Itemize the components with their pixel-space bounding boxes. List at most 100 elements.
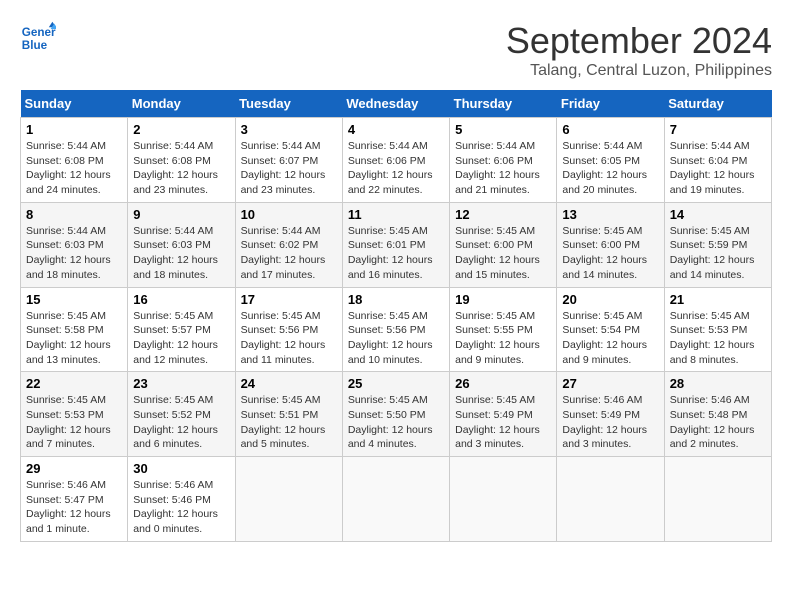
cell-info: Sunrise: 5:44 AMSunset: 6:07 PMDaylight:…: [241, 139, 337, 198]
cell-info: Sunrise: 5:44 AMSunset: 6:03 PMDaylight:…: [133, 224, 229, 283]
location-title: Talang, Central Luzon, Philippines: [506, 62, 772, 80]
cell-info: Sunrise: 5:46 AMSunset: 5:46 PMDaylight:…: [133, 478, 229, 537]
calendar-table: SundayMondayTuesdayWednesdayThursdayFrid…: [20, 90, 772, 542]
calendar-cell-1: 1 Sunrise: 5:44 AMSunset: 6:08 PMDaylight…: [21, 118, 128, 203]
day-header-monday: Monday: [128, 90, 235, 118]
calendar-cell-3: 3 Sunrise: 5:44 AMSunset: 6:07 PMDaylight…: [235, 118, 342, 203]
calendar-cell-9: 9 Sunrise: 5:44 AMSunset: 6:03 PMDaylight…: [128, 202, 235, 287]
cell-info: Sunrise: 5:46 AMSunset: 5:48 PMDaylight:…: [670, 393, 766, 452]
day-number: 16: [133, 292, 229, 307]
calendar-cell-empty: [342, 457, 449, 542]
cell-info: Sunrise: 5:44 AMSunset: 6:06 PMDaylight:…: [348, 139, 444, 198]
day-number: 23: [133, 376, 229, 391]
day-number: 28: [670, 376, 766, 391]
day-number: 8: [26, 207, 122, 222]
cell-info: Sunrise: 5:45 AMSunset: 5:56 PMDaylight:…: [241, 309, 337, 368]
cell-info: Sunrise: 5:45 AMSunset: 5:50 PMDaylight:…: [348, 393, 444, 452]
calendar-cell-empty: [450, 457, 557, 542]
cell-info: Sunrise: 5:45 AMSunset: 5:53 PMDaylight:…: [26, 393, 122, 452]
svg-text:General: General: [22, 26, 56, 39]
calendar-cell-empty: [235, 457, 342, 542]
logo: General Blue: [20, 20, 56, 56]
cell-info: Sunrise: 5:45 AMSunset: 5:59 PMDaylight:…: [670, 224, 766, 283]
calendar-cell-17: 17 Sunrise: 5:45 AMSunset: 5:56 PMDayligh…: [235, 287, 342, 372]
calendar-cell-27: 27 Sunrise: 5:46 AMSunset: 5:49 PMDayligh…: [557, 372, 664, 457]
calendar-cell-2: 2Sunrise: 5:44 AMSunset: 6:08 PMDaylight…: [128, 118, 235, 203]
calendar-week-4: 22 Sunrise: 5:45 AMSunset: 5:53 PMDayligh…: [21, 372, 772, 457]
calendar-cell-29: 29Sunrise: 5:46 AMSunset: 5:47 PMDayligh…: [21, 457, 128, 542]
cell-info: Sunrise: 5:44 AMSunset: 6:02 PMDaylight:…: [241, 224, 337, 283]
calendar-cell-16: 16Sunrise: 5:45 AMSunset: 5:57 PMDayligh…: [128, 287, 235, 372]
day-number: 1: [26, 122, 122, 137]
calendar-cell-empty: [557, 457, 664, 542]
cell-info: Sunrise: 5:45 AMSunset: 5:55 PMDaylight:…: [455, 309, 551, 368]
logo-icon: General Blue: [20, 20, 56, 56]
calendar-cell-21: 21 Sunrise: 5:45 AMSunset: 5:53 PMDayligh…: [664, 287, 771, 372]
calendar-cell-11: 11 Sunrise: 5:45 AMSunset: 6:01 PMDayligh…: [342, 202, 449, 287]
svg-text:Blue: Blue: [22, 39, 48, 52]
day-header-tuesday: Tuesday: [235, 90, 342, 118]
day-number: 14: [670, 207, 766, 222]
day-number: 26: [455, 376, 551, 391]
day-header-sunday: Sunday: [21, 90, 128, 118]
cell-info: Sunrise: 5:44 AMSunset: 6:04 PMDaylight:…: [670, 139, 766, 198]
day-number: 19: [455, 292, 551, 307]
calendar-cell-14: 14 Sunrise: 5:45 AMSunset: 5:59 PMDayligh…: [664, 202, 771, 287]
day-number: 25: [348, 376, 444, 391]
calendar-cell-23: 23 Sunrise: 5:45 AMSunset: 5:52 PMDayligh…: [128, 372, 235, 457]
day-number: 3: [241, 122, 337, 137]
calendar-header-row: SundayMondayTuesdayWednesdayThursdayFrid…: [21, 90, 772, 118]
day-number: 29: [26, 461, 122, 476]
calendar-cell-7: 7Sunrise: 5:44 AMSunset: 6:04 PMDaylight…: [664, 118, 771, 203]
day-number: 13: [562, 207, 658, 222]
cell-info: Sunrise: 5:45 AMSunset: 5:53 PMDaylight:…: [670, 309, 766, 368]
calendar-cell-26: 26Sunrise: 5:45 AMSunset: 5:49 PMDayligh…: [450, 372, 557, 457]
day-number: 20: [562, 292, 658, 307]
cell-info: Sunrise: 5:45 AMSunset: 5:58 PMDaylight:…: [26, 309, 122, 368]
cell-info: Sunrise: 5:45 AMSunset: 5:51 PMDaylight:…: [241, 393, 337, 452]
day-number: 17: [241, 292, 337, 307]
calendar-cell-20: 20Sunrise: 5:45 AMSunset: 5:54 PMDayligh…: [557, 287, 664, 372]
day-number: 11: [348, 207, 444, 222]
calendar-cell-5: 5Sunrise: 5:44 AMSunset: 6:06 PMDaylight…: [450, 118, 557, 203]
month-title: September 2024: [506, 20, 772, 62]
cell-info: Sunrise: 5:46 AMSunset: 5:49 PMDaylight:…: [562, 393, 658, 452]
calendar-cell-19: 19 Sunrise: 5:45 AMSunset: 5:55 PMDayligh…: [450, 287, 557, 372]
calendar-week-3: 15 Sunrise: 5:45 AMSunset: 5:58 PMDayligh…: [21, 287, 772, 372]
day-number: 12: [455, 207, 551, 222]
day-number: 30: [133, 461, 229, 476]
day-number: 21: [670, 292, 766, 307]
day-number: 6: [562, 122, 658, 137]
day-number: 24: [241, 376, 337, 391]
cell-info: Sunrise: 5:44 AMSunset: 6:08 PMDaylight:…: [26, 139, 122, 198]
day-number: 9: [133, 207, 229, 222]
cell-info: Sunrise: 5:45 AMSunset: 6:01 PMDaylight:…: [348, 224, 444, 283]
cell-info: Sunrise: 5:44 AMSunset: 6:03 PMDaylight:…: [26, 224, 122, 283]
calendar-week-5: 29Sunrise: 5:46 AMSunset: 5:47 PMDayligh…: [21, 457, 772, 542]
cell-info: Sunrise: 5:45 AMSunset: 5:52 PMDaylight:…: [133, 393, 229, 452]
day-number: 5: [455, 122, 551, 137]
calendar-cell-30: 30 Sunrise: 5:46 AMSunset: 5:46 PMDayligh…: [128, 457, 235, 542]
calendar-cell-13: 13 Sunrise: 5:45 AMSunset: 6:00 PMDayligh…: [557, 202, 664, 287]
day-header-thursday: Thursday: [450, 90, 557, 118]
page-header: General Blue September 2024 Talang, Cent…: [20, 20, 772, 80]
day-number: 22: [26, 376, 122, 391]
calendar-cell-10: 10 Sunrise: 5:44 AMSunset: 6:02 PMDayligh…: [235, 202, 342, 287]
day-number: 10: [241, 207, 337, 222]
day-number: 18: [348, 292, 444, 307]
calendar-cell-8: 8 Sunrise: 5:44 AMSunset: 6:03 PMDaylight…: [21, 202, 128, 287]
calendar-week-2: 8 Sunrise: 5:44 AMSunset: 6:03 PMDaylight…: [21, 202, 772, 287]
day-number: 15: [26, 292, 122, 307]
calendar-cell-12: 12 Sunrise: 5:45 AMSunset: 6:00 PMDayligh…: [450, 202, 557, 287]
cell-info: Sunrise: 5:44 AMSunset: 6:05 PMDaylight:…: [562, 139, 658, 198]
calendar-cell-22: 22 Sunrise: 5:45 AMSunset: 5:53 PMDayligh…: [21, 372, 128, 457]
calendar-cell-4: 4Sunrise: 5:44 AMSunset: 6:06 PMDaylight…: [342, 118, 449, 203]
day-header-friday: Friday: [557, 90, 664, 118]
day-header-saturday: Saturday: [664, 90, 771, 118]
cell-info: Sunrise: 5:45 AMSunset: 6:00 PMDaylight:…: [455, 224, 551, 283]
calendar-cell-18: 18Sunrise: 5:45 AMSunset: 5:56 PMDayligh…: [342, 287, 449, 372]
day-number: 27: [562, 376, 658, 391]
cell-info: Sunrise: 5:45 AMSunset: 6:00 PMDaylight:…: [562, 224, 658, 283]
day-number: 2: [133, 122, 229, 137]
calendar-week-1: 1 Sunrise: 5:44 AMSunset: 6:08 PMDaylight…: [21, 118, 772, 203]
